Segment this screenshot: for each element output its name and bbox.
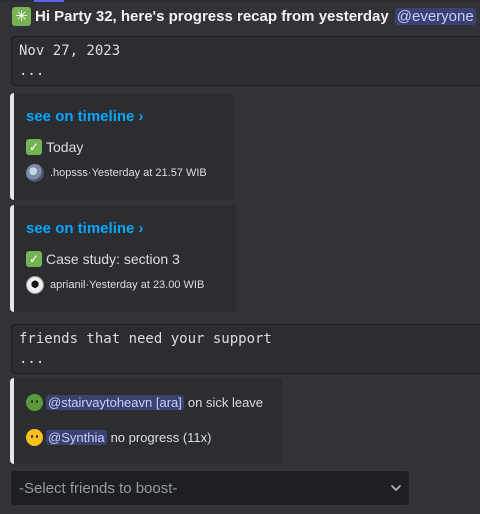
check-icon: ✓ [26,139,42,155]
timeline-link[interactable]: see on timeline › [26,220,144,237]
task-text: Today [46,139,84,155]
support-codeblock: friends that need your support ... [11,324,480,374]
support-row: @Synthia no progress (11x) [26,429,211,446]
header-text: Hi Party 32, here's progress recap from … [35,8,389,25]
user-mention[interactable]: @Synthia [46,430,107,445]
support-embed: @stairvaytoheavn [ara] on sick leave @Sy… [10,378,282,464]
select-placeholder: -Select friends to boost- [19,479,178,497]
task-text: Case study: section 3 [46,251,180,267]
author-name: aprianil [50,279,86,291]
message-header: ✳ Hi Party 32, here's progress recap fro… [12,7,476,26]
task-line: ✓ Today [26,139,83,155]
author-name: .hopsss [50,167,88,179]
support-heading: friends that need your support [19,331,272,347]
neutral-face-icon [26,429,43,446]
author-time: Yesterday at 21.57 WIB [91,167,207,179]
support-status: on sick leave [187,395,264,410]
avatar [26,276,44,294]
user-mention[interactable]: @stairvaytoheavn [ara] [46,395,184,410]
top-strip [0,0,480,2]
embed-author: .hopsss · Yesterday at 21.57 WIB [26,164,207,182]
support-status: no progress (11x) [110,430,212,445]
timeline-link[interactable]: see on timeline › [26,108,144,125]
avatar [26,164,44,182]
support-row: @stairvaytoheavn [ara] on sick leave [26,394,263,411]
date-text: Nov 27, 2023 [19,43,121,59]
sick-face-icon [26,394,43,411]
date-codeblock: Nov 27, 2023 ... [11,36,480,86]
boost-select[interactable]: -Select friends to boost- [11,471,409,505]
embed-author: aprianil · Yesterday at 23.00 WIB [26,276,204,294]
chevron-down-icon [391,485,401,491]
author-time: Yesterday at 23.00 WIB [89,279,205,291]
task-line: ✓ Case study: section 3 [26,251,180,267]
support-ellipsis: ... [19,351,45,367]
sparkle-icon: ✳ [12,7,31,26]
check-icon: ✓ [26,251,42,267]
date-ellipsis: ... [19,63,45,79]
top-accent [34,0,64,2]
progress-embed: see on timeline › ✓ Case study: section … [10,205,236,312]
everyone-mention[interactable]: @everyone [394,8,476,25]
progress-embed: see on timeline › ✓ Today .hopsss · Yest… [10,93,233,200]
